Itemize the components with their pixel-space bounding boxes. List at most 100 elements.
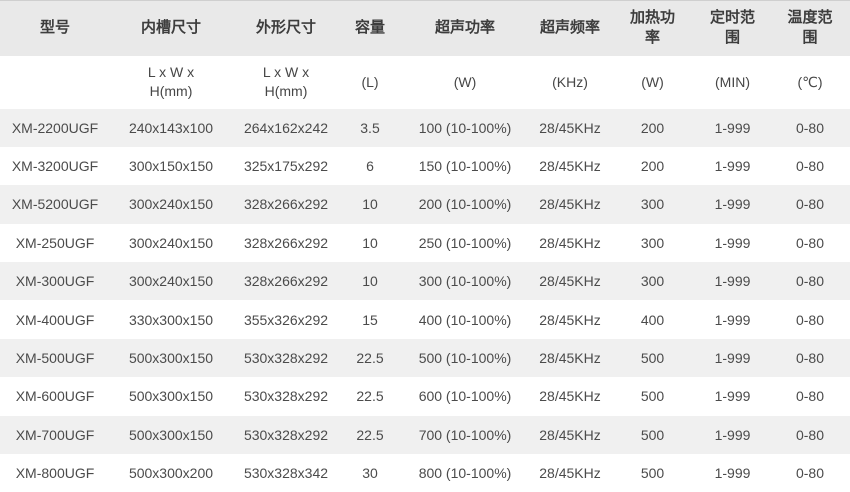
table-cell: 530x328x292 [232, 377, 340, 415]
table-cell: 400 [610, 300, 695, 338]
table-cell: 300x240x150 [110, 185, 232, 223]
column-header: 容量 [340, 1, 400, 56]
table-cell: 300x150x150 [110, 147, 232, 185]
table-cell: 28/45KHz [530, 339, 610, 377]
column-unit: L x W x H(mm) [110, 56, 232, 109]
table-cell: 500x300x150 [110, 377, 232, 415]
model-cell: XM-300UGF [0, 262, 110, 300]
table-cell: 10 [340, 224, 400, 262]
column-unit [0, 56, 110, 109]
table-cell: 0-80 [770, 454, 850, 492]
column-header: 超声功率 [400, 1, 530, 56]
column-unit: (W) [400, 56, 530, 109]
table-row: XM-800UGF500x300x200530x328x34230800 (10… [0, 454, 850, 492]
model-cell: XM-800UGF [0, 454, 110, 492]
table-cell: 328x266x292 [232, 224, 340, 262]
table-cell: 0-80 [770, 185, 850, 223]
table-cell: 0-80 [770, 224, 850, 262]
column-unit: (W) [610, 56, 695, 109]
table-cell: 28/45KHz [530, 416, 610, 454]
model-cell: XM-5200UGF [0, 185, 110, 223]
table-cell: 30 [340, 454, 400, 492]
table-cell: 0-80 [770, 416, 850, 454]
column-header: 加热功 率 [610, 1, 695, 56]
table-cell: 1-999 [695, 454, 770, 492]
table-row: XM-700UGF500x300x150530x328x29222.5700 (… [0, 416, 850, 454]
table-cell: 1-999 [695, 377, 770, 415]
table-row: XM-600UGF500x300x150530x328x29222.5600 (… [0, 377, 850, 415]
table-cell: 0-80 [770, 109, 850, 147]
table-cell: 328x266x292 [232, 262, 340, 300]
table-cell: 500x300x200 [110, 454, 232, 492]
table-cell: 500 [610, 454, 695, 492]
table-cell: 530x328x342 [232, 454, 340, 492]
table-cell: 1-999 [695, 339, 770, 377]
table-cell: 22.5 [340, 416, 400, 454]
table-cell: 0-80 [770, 147, 850, 185]
table-cell: 22.5 [340, 377, 400, 415]
table-body: XM-2200UGF240x143x100264x162x2423.5100 (… [0, 109, 850, 492]
table-cell: 300 [610, 224, 695, 262]
table-cell: 150 (10-100%) [400, 147, 530, 185]
table-cell: 10 [340, 185, 400, 223]
table-cell: 300x240x150 [110, 224, 232, 262]
table-cell: 300 [610, 262, 695, 300]
table-cell: 300 [610, 185, 695, 223]
table-cell: 240x143x100 [110, 109, 232, 147]
model-cell: XM-3200UGF [0, 147, 110, 185]
table-cell: 530x328x292 [232, 416, 340, 454]
table-cell: 28/45KHz [530, 224, 610, 262]
column-header: 定时范 围 [695, 1, 770, 56]
table-row: XM-3200UGF300x150x150325x175x2926150 (10… [0, 147, 850, 185]
table-cell: 28/45KHz [530, 454, 610, 492]
table-cell: 1-999 [695, 224, 770, 262]
model-cell: XM-700UGF [0, 416, 110, 454]
table-cell: 500 (10-100%) [400, 339, 530, 377]
table-cell: 800 (10-100%) [400, 454, 530, 492]
model-cell: XM-2200UGF [0, 109, 110, 147]
column-unit: (MIN) [695, 56, 770, 109]
table-cell: 100 (10-100%) [400, 109, 530, 147]
table-cell: 3.5 [340, 109, 400, 147]
table-cell: 1-999 [695, 109, 770, 147]
table-row: XM-5200UGF300x240x150328x266x29210200 (1… [0, 185, 850, 223]
table-cell: 1-999 [695, 185, 770, 223]
table-row: XM-300UGF300x240x150328x266x29210300 (10… [0, 262, 850, 300]
table-cell: 325x175x292 [232, 147, 340, 185]
table-row: XM-400UGF330x300x150355x326x29215400 (10… [0, 300, 850, 338]
table-cell: 300 (10-100%) [400, 262, 530, 300]
table-cell: 530x328x292 [232, 339, 340, 377]
table-cell: 28/45KHz [530, 262, 610, 300]
column-header: 超声频率 [530, 1, 610, 56]
table-header: 型号内槽尺寸外形尺寸容量超声功率超声频率加热功 率定时范 围温度范 围 L x … [0, 1, 850, 109]
table-cell: 1-999 [695, 262, 770, 300]
model-cell: XM-600UGF [0, 377, 110, 415]
table-row: XM-500UGF500x300x150530x328x29222.5500 (… [0, 339, 850, 377]
table-cell: 28/45KHz [530, 147, 610, 185]
table-cell: 500x300x150 [110, 416, 232, 454]
column-unit: (L) [340, 56, 400, 109]
table-cell: 400 (10-100%) [400, 300, 530, 338]
table-cell: 28/45KHz [530, 185, 610, 223]
table-cell: 500 [610, 339, 695, 377]
table-cell: 22.5 [340, 339, 400, 377]
table-cell: 355x326x292 [232, 300, 340, 338]
table-cell: 10 [340, 262, 400, 300]
table-cell: 500 [610, 377, 695, 415]
model-cell: XM-500UGF [0, 339, 110, 377]
table-cell: 28/45KHz [530, 377, 610, 415]
column-header: 外形尺寸 [232, 1, 340, 56]
table-cell: 700 (10-100%) [400, 416, 530, 454]
table-cell: 28/45KHz [530, 109, 610, 147]
table-cell: 200 [610, 147, 695, 185]
table-cell: 0-80 [770, 339, 850, 377]
table-cell: 28/45KHz [530, 300, 610, 338]
header-label-row: 型号内槽尺寸外形尺寸容量超声功率超声频率加热功 率定时范 围温度范 围 [0, 1, 850, 56]
table-cell: 1-999 [695, 300, 770, 338]
column-header: 型号 [0, 1, 110, 56]
table-cell: 1-999 [695, 416, 770, 454]
table-cell: 600 (10-100%) [400, 377, 530, 415]
column-unit: (℃) [770, 56, 850, 109]
spec-table: 型号内槽尺寸外形尺寸容量超声功率超声频率加热功 率定时范 围温度范 围 L x … [0, 0, 850, 492]
table-cell: 264x162x242 [232, 109, 340, 147]
